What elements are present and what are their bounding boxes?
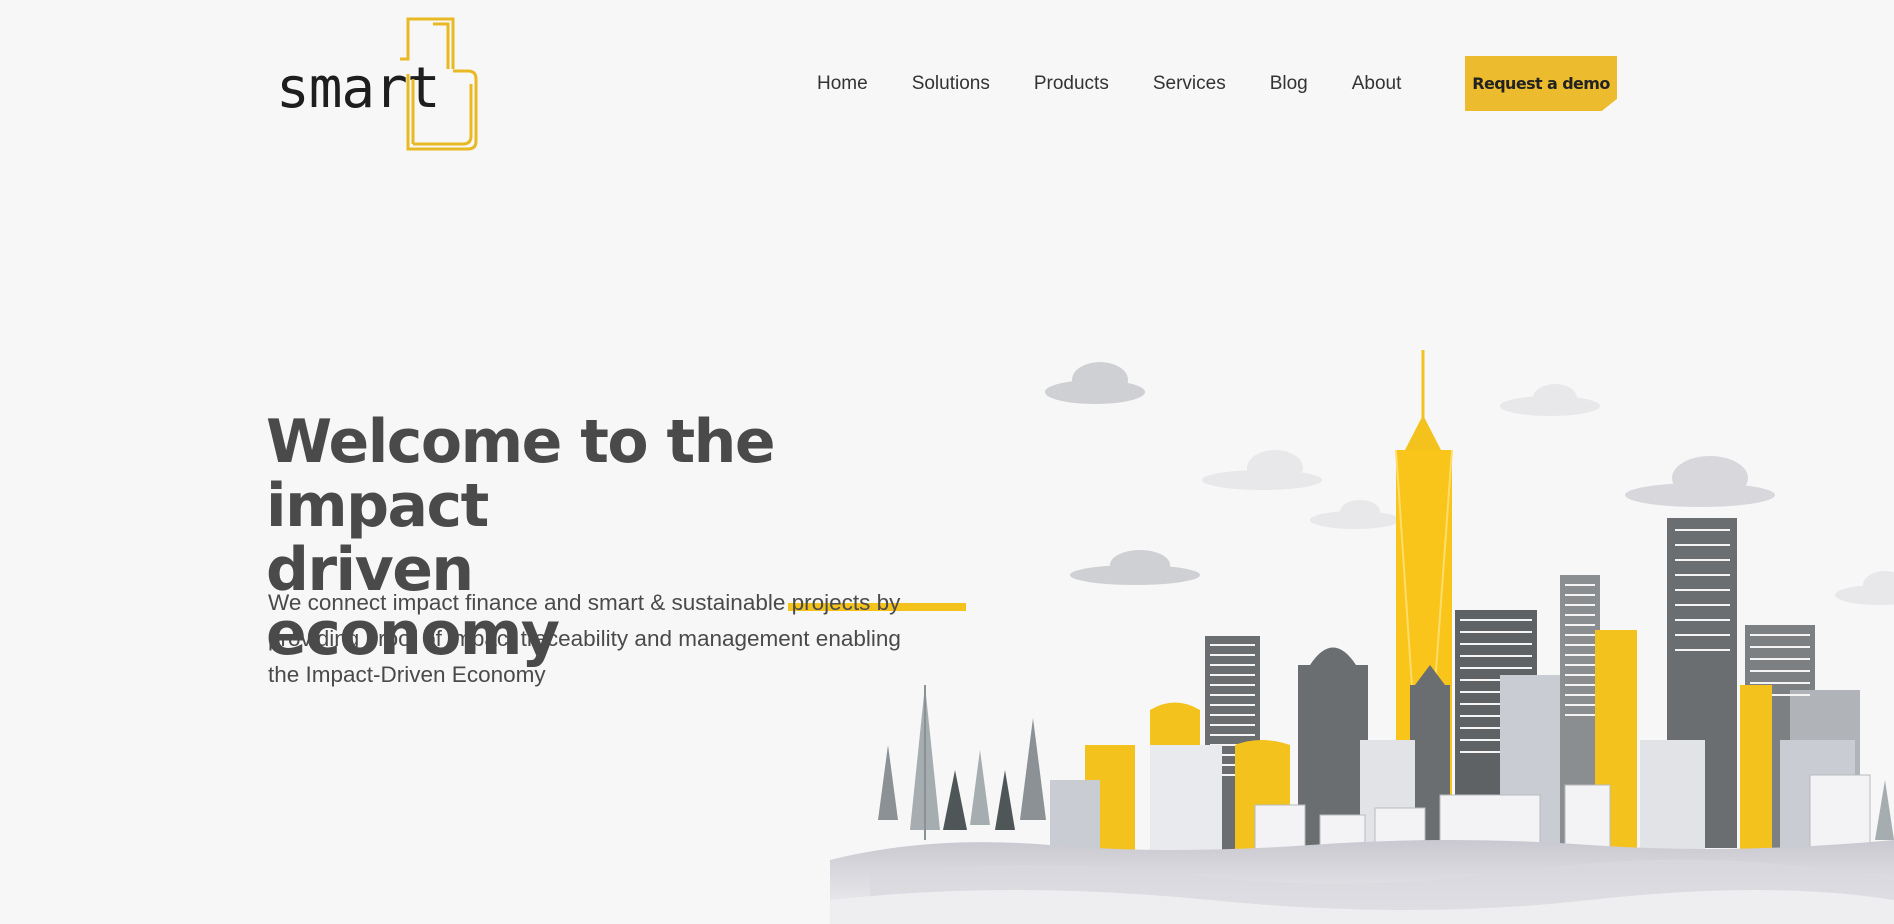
nav-item-about[interactable]: About [1352, 73, 1402, 95]
request-demo-button[interactable]: Request a demo [1465, 56, 1617, 111]
site-header: smart Home Solutions Products Services B… [0, 0, 1894, 170]
nav-item-solutions[interactable]: Solutions [912, 73, 990, 95]
bracket-b-logo-icon [400, 17, 478, 151]
nav-item-blog[interactable]: Blog [1270, 73, 1308, 95]
nav-item-products[interactable]: Products [1034, 73, 1109, 95]
main-nav: Home Solutions Products Services Blog Ab… [817, 56, 1445, 112]
smartb-logo[interactable]: smart [270, 12, 495, 157]
nav-item-home[interactable]: Home [817, 73, 868, 95]
ground-waves [830, 840, 1894, 924]
nav-item-services[interactable]: Services [1153, 73, 1226, 95]
city-skyline-illustration [830, 350, 1894, 924]
hero-description: We connect impact finance and smart & su… [268, 590, 901, 687]
cloud-icon [1045, 362, 1894, 605]
